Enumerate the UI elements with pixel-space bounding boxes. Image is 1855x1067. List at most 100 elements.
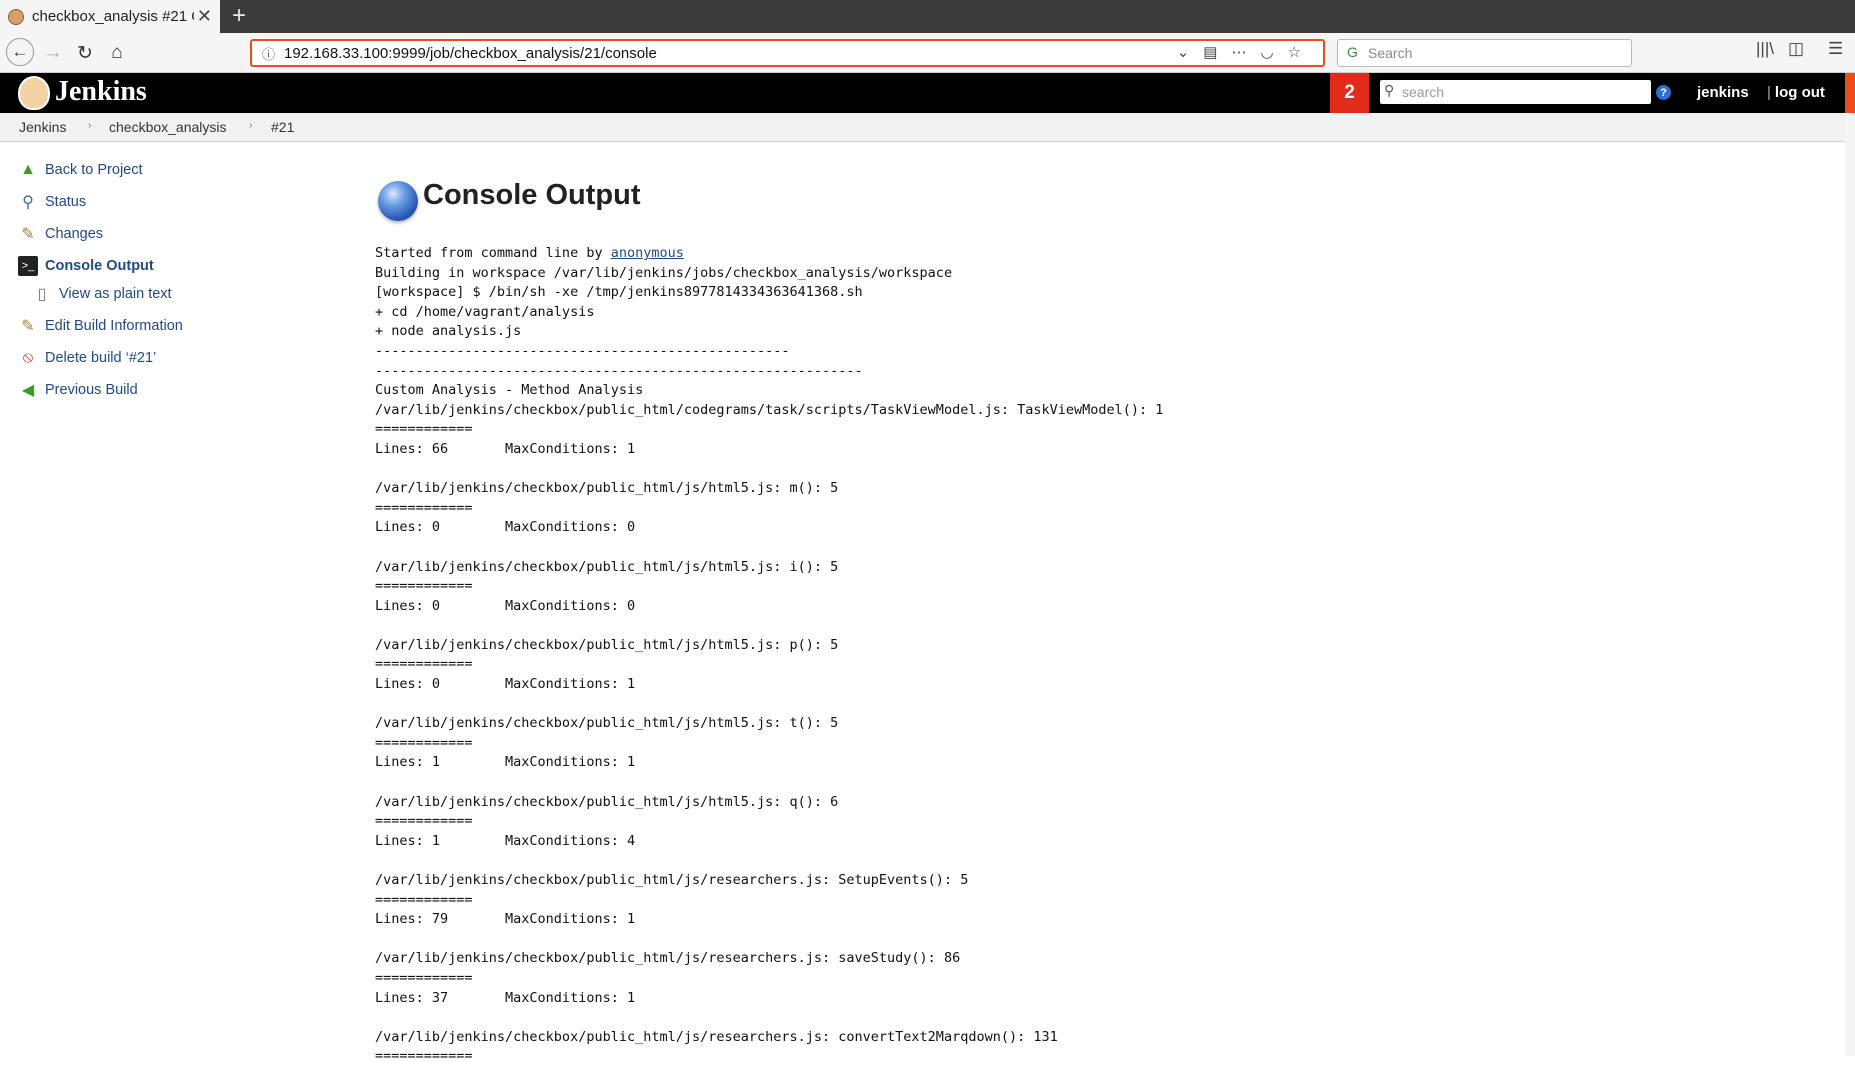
console-line: ============ xyxy=(375,578,473,595)
logout-separator: | xyxy=(1767,84,1771,101)
browser-tab[interactable]: checkbox_analysis #21 C ✕ xyxy=(0,0,220,33)
console-line: /var/lib/jenkins/checkbox/public_html/js… xyxy=(375,558,839,575)
reader-view-icon[interactable]: ▤ xyxy=(1203,44,1231,61)
page-title: Console Output xyxy=(423,179,641,211)
console-line: /var/lib/jenkins/checkbox/public_html/js… xyxy=(375,636,839,653)
jenkins-brand[interactable]: Jenkins xyxy=(55,76,147,108)
search-icon: ⚲ xyxy=(1384,82,1395,98)
console-line: ============ xyxy=(375,1048,473,1065)
sidebar-item-label[interactable]: Delete build ‘#21’ xyxy=(45,350,156,366)
sidebar-item-plain-text[interactable]: ▯ View as plain text xyxy=(32,282,172,306)
sidebar-item-label[interactable]: Previous Build xyxy=(45,382,138,398)
search-engine-icon: G xyxy=(1347,44,1358,60)
sidebar-item-console-output[interactable]: >_ Console Output xyxy=(18,254,154,278)
menu-icon[interactable]: ☰ xyxy=(1828,39,1843,59)
console-line: ============ xyxy=(375,969,473,986)
console-line: Lines: 0 MaxConditions: 0 xyxy=(375,519,636,536)
new-tab-icon[interactable]: + xyxy=(232,2,246,30)
build-status-ball-icon xyxy=(378,181,418,221)
sidebar-item-label[interactable]: Back to Project xyxy=(45,162,143,178)
magnifier-icon: ⚲ xyxy=(22,194,34,211)
pocket-icon[interactable]: ◡ xyxy=(1260,44,1287,61)
bookmark-star-icon[interactable]: ☆ xyxy=(1288,44,1315,61)
console-line: + cd /home/vagrant/analysis xyxy=(375,303,595,320)
console-line: [workspace] $ /bin/sh -xe /tmp/jenkins89… xyxy=(375,284,863,301)
console-line: Lines: 37 MaxConditions: 1 xyxy=(375,989,636,1006)
notification-badge[interactable]: 2 xyxy=(1330,73,1369,113)
console-line: Lines: 66 MaxConditions: 1 xyxy=(375,440,636,457)
sidebar-item-label[interactable]: Status xyxy=(45,194,86,210)
console-line: Building in workspace /var/lib/jenkins/j… xyxy=(375,264,953,281)
home-icon[interactable]: ⌂ xyxy=(104,40,130,66)
site-info-icon[interactable]: ⓘ xyxy=(262,44,275,63)
dropdown-icon[interactable]: ⌄ xyxy=(1177,44,1204,61)
sidebar-item-label[interactable]: Changes xyxy=(45,226,103,242)
jenkins-header: Jenkins 2 ⚲ search ? jenkins | log out xyxy=(0,73,1845,113)
document-icon: ▯ xyxy=(37,286,47,303)
page-actions-icon[interactable]: ⋯ xyxy=(1231,44,1260,61)
breadcrumb-chevron-icon: › xyxy=(88,120,92,131)
console-output: Started from command line by anonymous Bu… xyxy=(375,244,1163,1067)
back-icon[interactable]: ← xyxy=(6,38,34,66)
sidebar-item-edit-build[interactable]: ✎ Edit Build Information xyxy=(18,314,183,338)
sidebar-item-previous-build[interactable]: ◀ Previous Build xyxy=(18,378,138,402)
started-prefix: Started from command line by xyxy=(375,245,611,261)
breadcrumb-chevron-icon: › xyxy=(249,120,253,131)
close-tab-icon[interactable]: ✕ xyxy=(197,6,212,27)
page-scrollbar[interactable] xyxy=(1845,113,1855,1056)
no-entry-icon: ⦸ xyxy=(22,349,34,366)
jenkins-search-placeholder: search xyxy=(1402,84,1445,100)
jenkins-favicon-icon xyxy=(8,8,24,25)
console-line: Lines: 0 MaxConditions: 0 xyxy=(375,597,636,614)
console-line: ============ xyxy=(375,499,473,516)
sidebar-item-back-to-project[interactable]: ▲ Back to Project xyxy=(18,158,143,182)
forward-icon[interactable]: → xyxy=(40,40,66,66)
breadcrumb-jenkins[interactable]: Jenkins xyxy=(19,119,66,135)
logout-label[interactable]: log out xyxy=(1775,84,1825,101)
notepad-icon: ✎ xyxy=(21,226,35,243)
url-bar-actions: ⌄▤⋯◡☆ xyxy=(1177,43,1315,61)
console-line: ============ xyxy=(375,891,473,908)
logout-link[interactable]: | log out xyxy=(1767,84,1825,101)
console-line: Lines: 1 MaxConditions: 1 xyxy=(375,754,636,771)
url-text[interactable]: 192.168.33.100:9999/job/checkbox_analysi… xyxy=(284,45,657,62)
sidebar-item-label[interactable]: View as plain text xyxy=(59,286,172,302)
reload-icon[interactable]: ↻ xyxy=(72,40,98,66)
user-link[interactable]: jenkins xyxy=(1697,84,1749,101)
left-arrow-icon: ◀ xyxy=(21,382,35,399)
sidebar-item-changes[interactable]: ✎ Changes xyxy=(18,222,103,246)
breadcrumb-project[interactable]: checkbox_analysis xyxy=(109,119,227,135)
console-line: ----------------------------------------… xyxy=(375,342,790,359)
library-icon[interactable]: |||\ xyxy=(1756,39,1774,59)
jenkins-logo-icon[interactable] xyxy=(18,76,50,110)
sidebar-item-label[interactable]: Console Output xyxy=(45,258,154,274)
console-line: ============ xyxy=(375,813,473,830)
sidebar-item-status[interactable]: ⚲ Status xyxy=(18,190,86,214)
started-user-link[interactable]: anonymous xyxy=(611,245,684,261)
console-line: /var/lib/jenkins/checkbox/public_html/js… xyxy=(375,872,969,888)
up-arrow-icon: ▲ xyxy=(20,161,36,178)
url-bar[interactable]: ⓘ 192.168.33.100:9999/job/checkbox_analy… xyxy=(250,39,1325,67)
breadcrumb: Jenkins › checkbox_analysis › #21 xyxy=(0,113,1845,142)
jenkins-search-input[interactable]: ⚲ search xyxy=(1380,80,1651,104)
console-line: /var/lib/jenkins/checkbox/public_html/js… xyxy=(375,950,961,967)
sidebar-item-delete-build[interactable]: ⦸ Delete build ‘#21’ xyxy=(18,346,156,370)
console-line: Started from command line by anonymous xyxy=(375,244,1163,264)
browser-search-bar[interactable]: G Search xyxy=(1337,39,1632,67)
console-line: /var/lib/jenkins/checkbox/public_html/js… xyxy=(375,715,839,732)
browser-tab-strip: checkbox_analysis #21 C ✕ + xyxy=(0,0,1855,33)
sidebar-toggle-icon[interactable]: ◫ xyxy=(1788,39,1804,59)
sidebar-item-label[interactable]: Edit Build Information xyxy=(45,318,183,334)
breadcrumb-build[interactable]: #21 xyxy=(271,119,294,135)
help-icon[interactable]: ? xyxy=(1656,85,1671,100)
console-line: Lines: 0 MaxConditions: 1 xyxy=(375,676,636,693)
browser-navbar: ← → ↻ ⌂ ⓘ 192.168.33.100:9999/job/checkb… xyxy=(0,33,1855,73)
